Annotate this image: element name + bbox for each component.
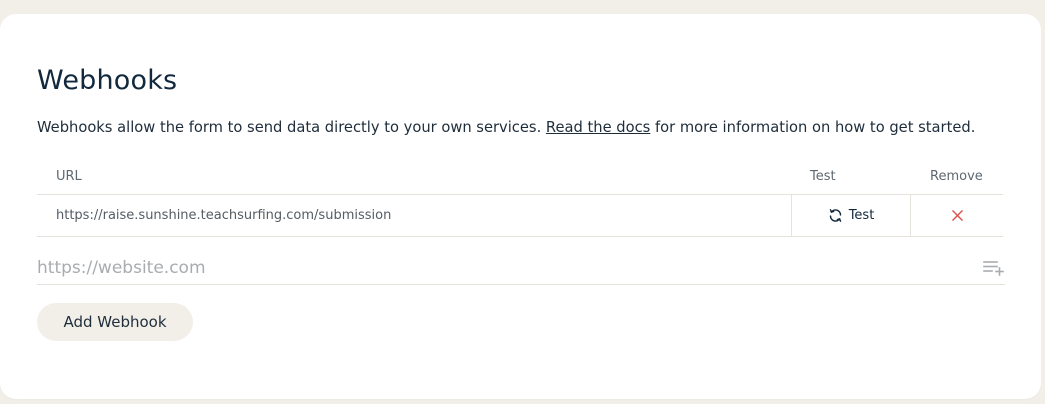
- refresh-icon: [829, 209, 841, 222]
- close-icon: [951, 210, 963, 221]
- column-header-test: Test: [810, 169, 836, 184]
- page-title: Webhooks: [37, 65, 178, 96]
- column-header-url: URL: [56, 169, 82, 184]
- webhook-url: https://raise.sunshine.teachsurfing.com/…: [56, 208, 392, 223]
- webhooks-card: Webhooks Webhooks allow the form to send…: [0, 14, 1041, 399]
- webhooks-table: URL Test Remove https://raise.sunshine.t…: [37, 164, 1003, 237]
- test-button-label: Test: [848, 208, 875, 223]
- new-webhook-field: [37, 252, 1005, 285]
- description-text-before: Webhooks allow the form to send data dir…: [37, 119, 546, 136]
- test-webhook-button[interactable]: Test: [791, 195, 911, 236]
- webhook-url-input[interactable]: [37, 252, 967, 284]
- playlist-add-icon[interactable]: [983, 260, 1005, 276]
- add-webhook-button[interactable]: Add Webhook: [37, 303, 193, 341]
- description-text-after: for more information on how to get start…: [650, 119, 976, 136]
- remove-webhook-button[interactable]: [911, 195, 1003, 236]
- description: Webhooks allow the form to send data dir…: [37, 118, 975, 138]
- table-header: URL Test Remove: [37, 164, 1003, 195]
- table-row: https://raise.sunshine.teachsurfing.com/…: [37, 195, 1003, 237]
- read-the-docs-link[interactable]: Read the docs: [546, 119, 650, 136]
- column-header-remove: Remove: [930, 169, 983, 184]
